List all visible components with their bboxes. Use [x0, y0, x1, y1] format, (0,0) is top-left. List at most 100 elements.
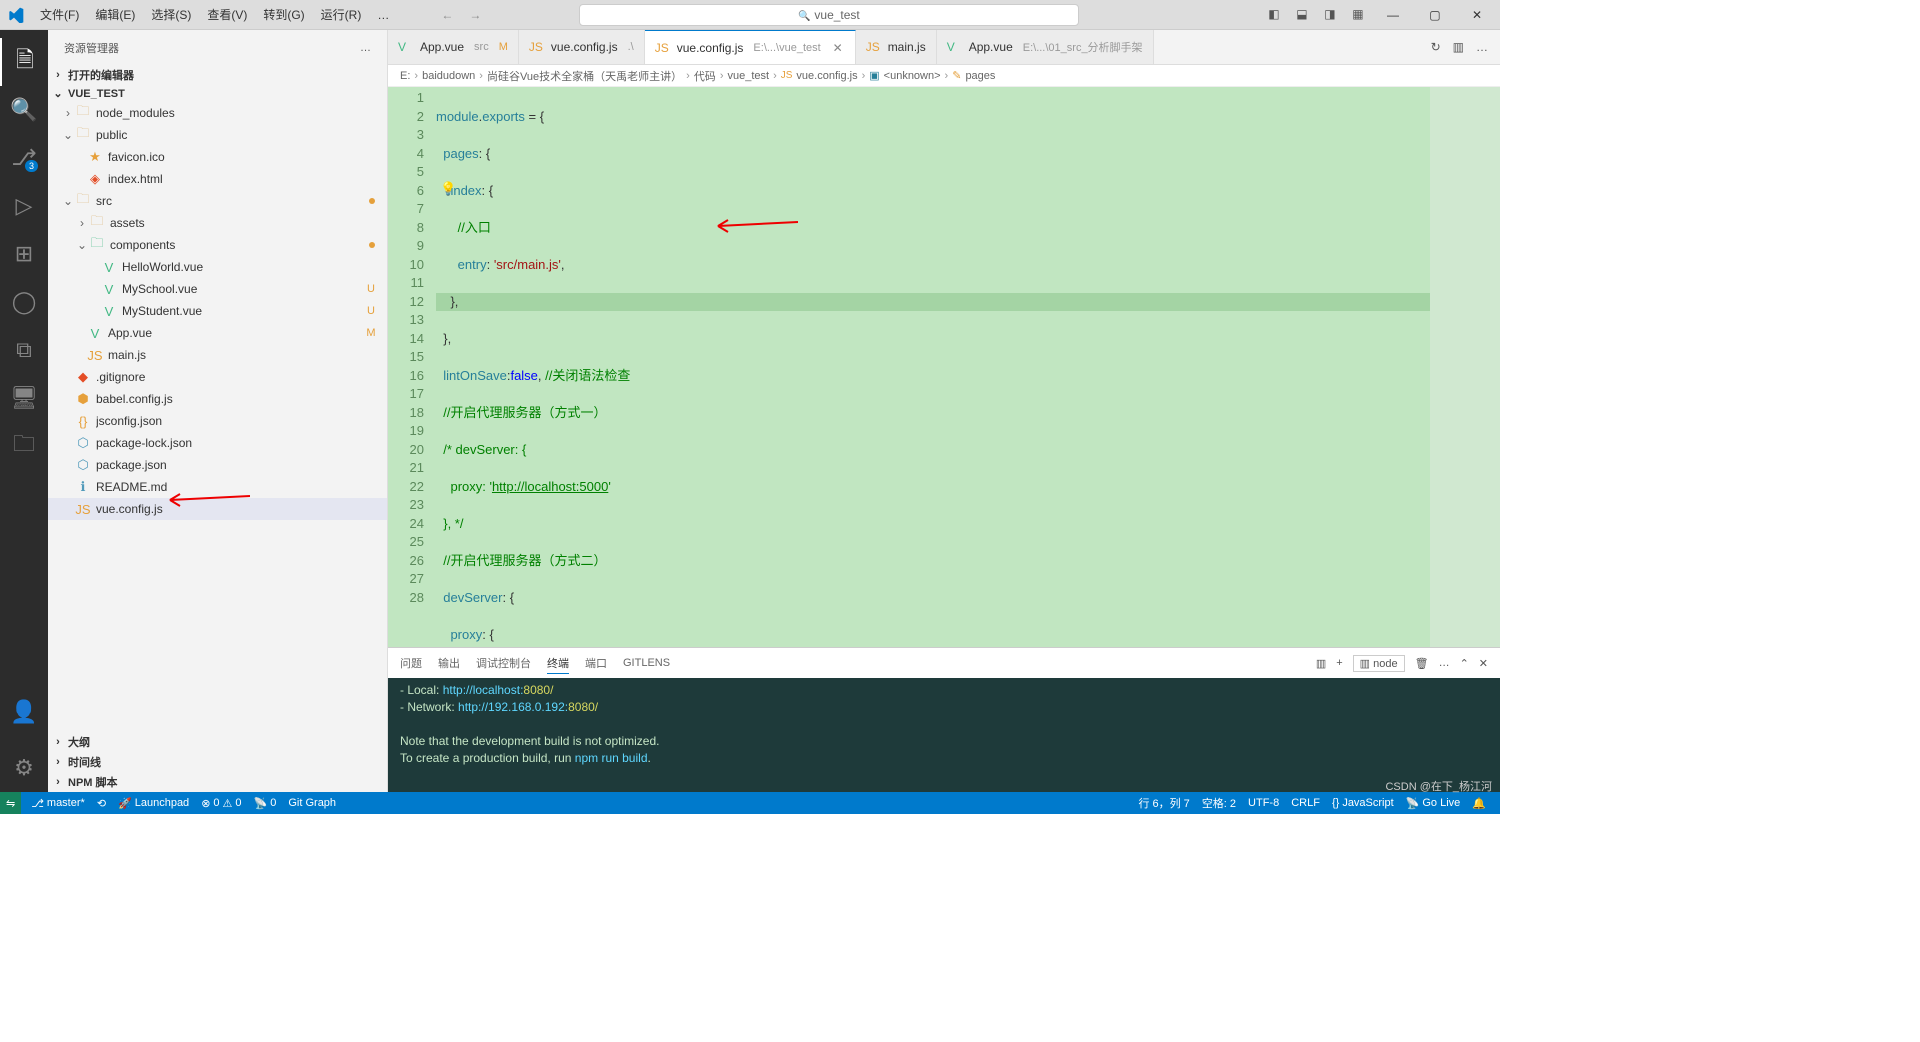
panel-ports[interactable]: 端口 [585, 653, 607, 673]
section-npm[interactable]: ›NPM 脚本 [48, 772, 387, 792]
minimize-button[interactable]: — [1378, 8, 1408, 22]
status-branch[interactable]: ⎇ master* [25, 797, 91, 810]
menu-select[interactable]: 选择(S) [143, 6, 199, 23]
menu-file[interactable]: 文件(F) [32, 6, 87, 23]
code-editor[interactable]: 1234567891011121314151617181920212223242… [388, 87, 1500, 647]
layout-custom-icon[interactable]: ▦ [1350, 7, 1366, 23]
tree-readme[interactable]: ℹREADME.md [48, 476, 387, 498]
status-sync[interactable]: ⟲ [91, 797, 112, 810]
activity-folder[interactable]: 🗀 [0, 422, 48, 470]
status-ports[interactable]: 📡 0 [248, 797, 283, 810]
split-icon[interactable]: ▥ [1453, 40, 1464, 54]
panel-terminal[interactable]: 终端 [547, 653, 569, 674]
activity-search[interactable]: 🔍 [0, 86, 48, 134]
bottom-panel: 问题 输出 调试控制台 终端 端口 GITLENS ▥ + ▥ node 🗑 …… [388, 647, 1500, 792]
tree-assets[interactable]: ›🗀assets [48, 212, 387, 234]
tree-pkglock[interactable]: ⬡package-lock.json [48, 432, 387, 454]
tab-appvue-src[interactable]: VApp.vuesrcM [388, 30, 519, 64]
terminal-node-badge[interactable]: ▥ node [1353, 655, 1405, 672]
layout-right-icon[interactable]: ◨ [1322, 7, 1338, 23]
activity-settings[interactable]: ⚙ [0, 744, 48, 792]
tree-public[interactable]: ⌄🗀public [48, 124, 387, 146]
nav-back-icon[interactable]: ← [437, 8, 457, 22]
tree-components[interactable]: ⌄🗀components [48, 234, 387, 256]
editor-tabs: VApp.vuesrcM JSvue.config.js.\ JSvue.con… [388, 30, 1500, 65]
tab-mainjs[interactable]: JSmain.js [856, 30, 937, 64]
section-project[interactable]: ⌄VUE_TEST [48, 85, 387, 102]
tree-mystudent[interactable]: VMyStudent.vueU [48, 300, 387, 322]
menu-view[interactable]: 查看(V) [199, 6, 255, 23]
tab-vueconfig-ext[interactable]: JSvue.config.jsE:\...\vue_test✕ [645, 30, 856, 64]
tree-src[interactable]: ⌄🗀src [48, 190, 387, 212]
line-numbers: 1234567891011121314151617181920212223242… [388, 87, 436, 647]
tab-vueconfig-local[interactable]: JSvue.config.js.\ [519, 30, 645, 64]
command-center[interactable]: vue_test [579, 4, 1079, 26]
code-content: module.exports = { pages: { index: { //入… [436, 87, 1430, 647]
terminal-output[interactable]: - Local: http://localhost:8080/ - Networ… [388, 678, 1500, 792]
layout-left-icon[interactable]: ◧ [1266, 7, 1282, 23]
terminal-trash-icon[interactable]: 🗑 [1415, 657, 1429, 670]
status-errors[interactable]: ⊗ 0 ⚠ 0 [195, 797, 247, 810]
status-gitgraph[interactable]: Git Graph [282, 797, 342, 809]
activity-scm[interactable]: ⎇3 [0, 134, 48, 182]
scm-badge: 3 [25, 160, 38, 172]
close-button[interactable]: ✕ [1462, 8, 1492, 22]
status-golive[interactable]: 📡 Go Live [1400, 795, 1467, 811]
section-outline[interactable]: ›大纲 [48, 732, 387, 752]
menu-more[interactable]: … [369, 8, 397, 22]
maximize-button[interactable]: ▢ [1420, 8, 1450, 22]
menu-goto[interactable]: 转到(G) [255, 6, 312, 23]
status-encoding[interactable]: UTF-8 [1242, 795, 1285, 811]
activity-extensions[interactable]: ⊞ [0, 230, 48, 278]
tree-babel[interactable]: ⬢babel.config.js [48, 388, 387, 410]
activity-explorer[interactable]: 🗎 [0, 38, 48, 86]
tree-appvue[interactable]: VApp.vueM [48, 322, 387, 344]
status-bell-icon[interactable]: 🔔 [1466, 795, 1492, 811]
tree-myschool[interactable]: VMySchool.vueU [48, 278, 387, 300]
status-lang[interactable]: {} JavaScript [1326, 795, 1400, 811]
layout-bottom-icon[interactable]: ⬓ [1294, 7, 1310, 23]
tree-jsconfig[interactable]: {}jsconfig.json [48, 410, 387, 432]
terminal-max-icon[interactable]: ⌃ [1460, 657, 1469, 670]
sidebar-more-icon[interactable]: … [360, 42, 371, 54]
menu-run[interactable]: 运行(R) [313, 6, 370, 23]
tree-gitignore[interactable]: ◆.gitignore [48, 366, 387, 388]
lightbulb-icon[interactable]: 💡 [440, 181, 456, 197]
status-spaces[interactable]: 空格: 2 [1196, 795, 1242, 811]
tree-node-modules[interactable]: ›🗀node_modules [48, 102, 387, 124]
terminal-split-icon[interactable]: ▥ [1316, 657, 1326, 670]
terminal-close-icon[interactable]: ✕ [1479, 657, 1488, 670]
modified-dot-icon [369, 242, 375, 248]
terminal-more-icon[interactable]: … [1439, 657, 1450, 669]
tree-pkg[interactable]: ⬡package.json [48, 454, 387, 476]
activity-account[interactable]: 👤 [0, 688, 48, 736]
status-launchpad[interactable]: 🚀 Launchpad [112, 797, 195, 810]
section-timeline[interactable]: ›时间线 [48, 752, 387, 772]
tree-favicon[interactable]: ★favicon.ico [48, 146, 387, 168]
activity-debug[interactable]: ▷ [0, 182, 48, 230]
panel-problems[interactable]: 问题 [400, 653, 422, 673]
status-eol[interactable]: CRLF [1285, 795, 1326, 811]
tab-appvue-ext[interactable]: VApp.vueE:\...\01_src_分析脚手架 [937, 30, 1154, 64]
activity-github[interactable]: ◯ [0, 278, 48, 326]
status-position[interactable]: 行 6，列 7 [1132, 795, 1195, 811]
status-remote[interactable]: ⇋ [0, 792, 21, 814]
close-icon[interactable]: ✕ [831, 41, 845, 55]
nav-forward-icon[interactable]: → [465, 8, 485, 22]
activity-gitlens[interactable]: ⧉ [0, 326, 48, 374]
panel-debug[interactable]: 调试控制台 [476, 653, 531, 673]
panel-gitlens[interactable]: GITLENS [623, 655, 670, 671]
panel-output[interactable]: 输出 [438, 653, 460, 673]
section-open-editors[interactable]: ›打开的编辑器 [48, 65, 387, 85]
menu-edit[interactable]: 编辑(E) [87, 6, 143, 23]
breadcrumb[interactable]: E:› baidudown› 尚硅谷Vue技术全家桶（天禹老师主讲）› 代码› … [388, 65, 1500, 87]
tree-helloworld[interactable]: VHelloWorld.vue [48, 256, 387, 278]
tree-mainjs[interactable]: JSmain.js [48, 344, 387, 366]
terminal-add-icon[interactable]: + [1336, 657, 1342, 669]
activity-remote[interactable]: 🖥 [0, 374, 48, 422]
tab-more-icon[interactable]: … [1476, 40, 1488, 54]
tree-vueconfig[interactable]: JSvue.config.js [48, 498, 387, 520]
minimap[interactable] [1430, 87, 1500, 647]
diff-icon[interactable]: ↻ [1431, 40, 1441, 54]
tree-indexhtml[interactable]: ◈index.html [48, 168, 387, 190]
